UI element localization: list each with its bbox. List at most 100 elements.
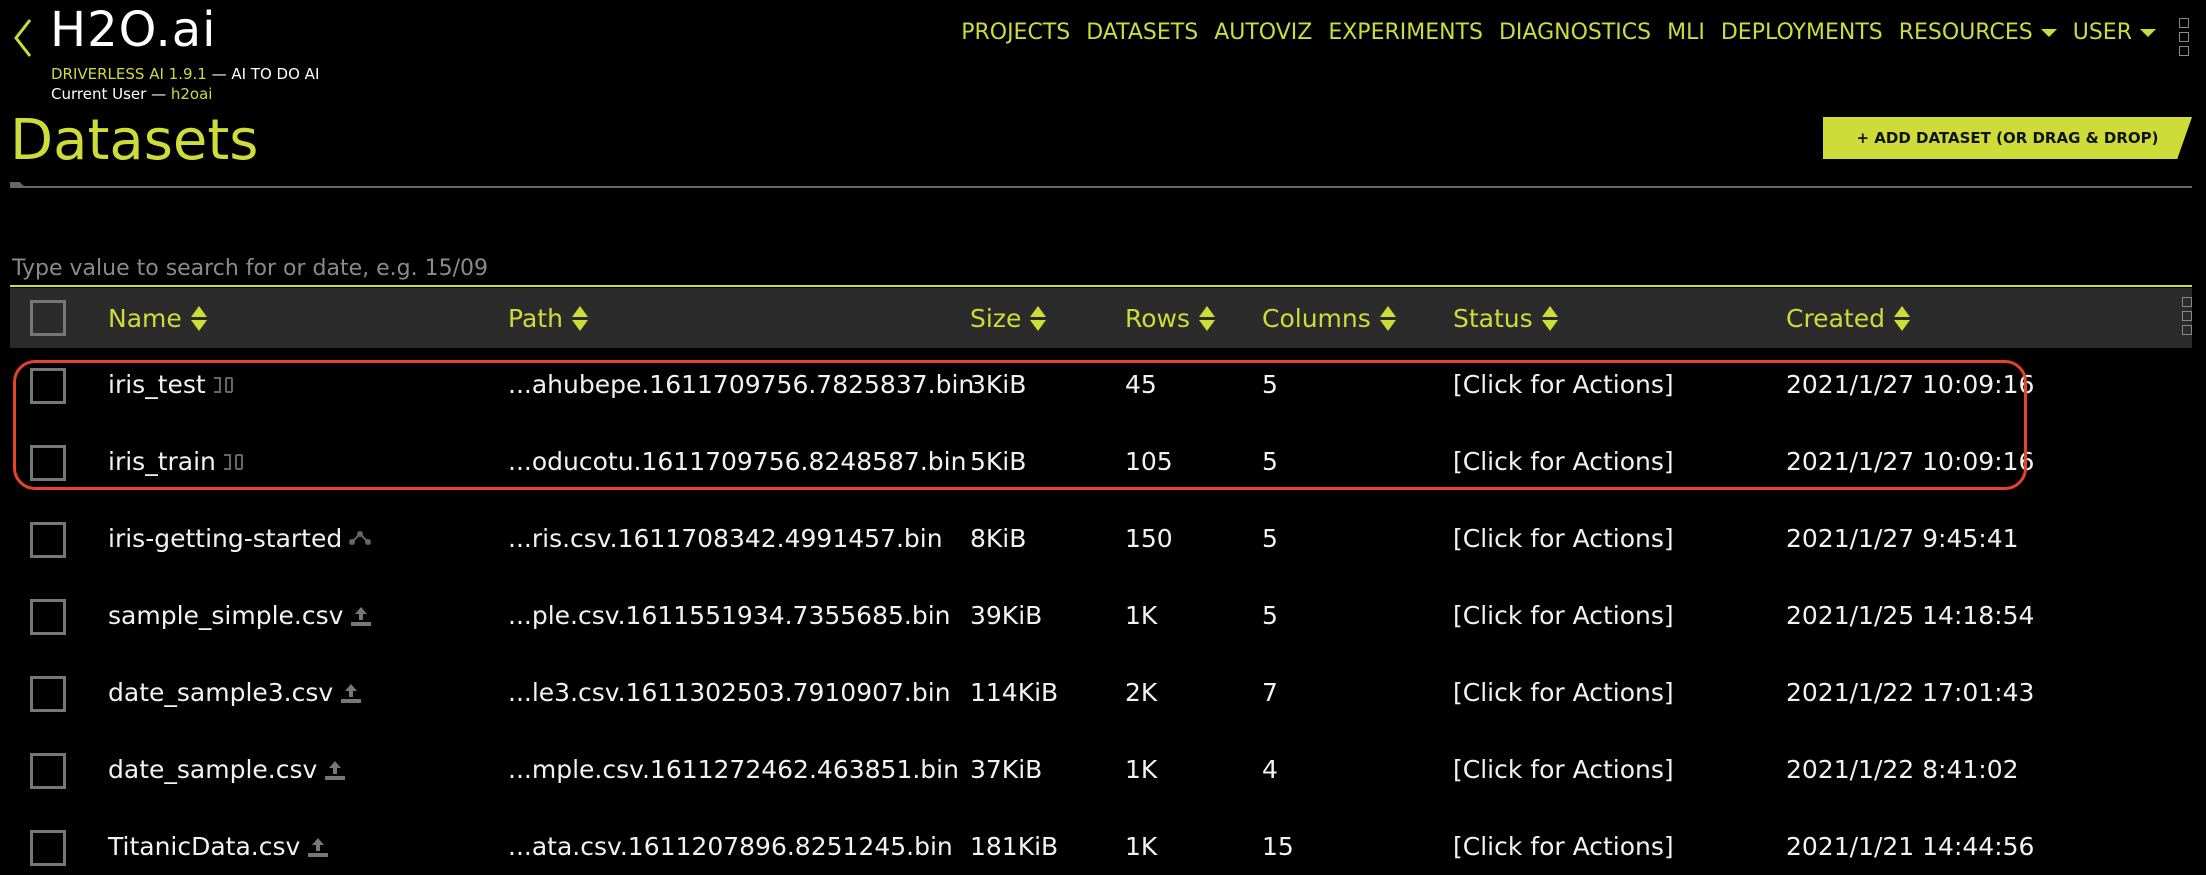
dataset-columns: 5 xyxy=(1262,370,1278,399)
dataset-actions-link[interactable]: [Click for Actions] xyxy=(1453,447,1674,476)
divider xyxy=(10,285,2192,287)
dataset-path: ...oducotu.1611709756.8248587.bin xyxy=(508,447,967,476)
split-icon xyxy=(213,376,233,393)
select-all-checkbox[interactable] xyxy=(30,300,66,336)
dataset-path: ...ata.csv.1611207896.8251245.bin xyxy=(508,832,953,861)
dataset-name[interactable]: sample_simple.csv xyxy=(108,601,375,630)
current-user: Current User — h2oai xyxy=(51,85,212,103)
table-row[interactable]: TitanicData.csv ...ata.csv.1611207896.82… xyxy=(10,810,2192,875)
dataset-path: ...ple.csv.1611551934.7355685.bin xyxy=(508,601,951,630)
menu-icon[interactable] xyxy=(2179,18,2189,56)
table-row[interactable]: date_sample.csv ...mple.csv.1611272462.4… xyxy=(10,733,2192,810)
dataset-rows: 1K xyxy=(1125,832,1158,861)
split-icon xyxy=(223,453,243,470)
chevron-down-icon xyxy=(2040,28,2057,37)
dataset-size: 39KiB xyxy=(970,601,1043,630)
sort-icon xyxy=(1199,306,1216,331)
dataset-name[interactable]: iris_test xyxy=(108,370,238,399)
dataset-columns: 15 xyxy=(1262,832,1294,861)
dataset-actions-link[interactable]: [Click for Actions] xyxy=(1453,601,1674,630)
column-header-size[interactable]: Size xyxy=(970,304,1047,333)
row-checkbox[interactable] xyxy=(30,445,66,481)
dataset-name-text: iris-getting-started xyxy=(108,524,343,553)
column-header-columns[interactable]: Columns xyxy=(1262,304,1396,333)
sort-icon xyxy=(571,306,588,331)
nav-user[interactable]: USER xyxy=(2073,20,2156,45)
table-row[interactable]: iris_test ...ahubepe.1611709756.7825837.… xyxy=(10,348,2192,425)
column-header-label: Path xyxy=(508,304,563,333)
dataset-rows: 1K xyxy=(1125,601,1158,630)
column-header-created[interactable]: Created xyxy=(1786,304,1910,333)
dataset-name[interactable]: date_sample3.csv xyxy=(108,678,365,707)
nav-autoviz[interactable]: AUTOVIZ xyxy=(1214,20,1312,45)
dataset-path: ...ahubepe.1611709756.7825837.bin xyxy=(508,370,975,399)
dataset-size: 3KiB xyxy=(970,370,1027,399)
product-tagline: — AI TO DO AI xyxy=(206,65,320,83)
table-row[interactable]: iris_train ...oducotu.1611709756.8248587… xyxy=(10,425,2192,502)
sort-icon xyxy=(1541,306,1558,331)
dataset-actions-link[interactable]: [Click for Actions] xyxy=(1453,524,1674,553)
add-dataset-button[interactable]: + ADD DATASET (OR DRAG & DROP) xyxy=(1823,117,2192,159)
nav-deployments[interactable]: DEPLOYMENTS xyxy=(1721,20,1883,45)
sort-icon xyxy=(1030,306,1047,331)
nav-diagnostics[interactable]: DIAGNOSTICS xyxy=(1499,20,1651,45)
table-row[interactable]: sample_simple.csv ...ple.csv.1611551934.… xyxy=(10,579,2192,656)
dataset-name[interactable]: iris-getting-started xyxy=(108,524,374,553)
column-menu-icon[interactable] xyxy=(2182,297,2192,335)
product-name: DRIVERLESS AI 1.9.1 xyxy=(51,65,207,83)
nav-datasets[interactable]: DATASETS xyxy=(1086,20,1198,45)
table-row[interactable]: date_sample3.csv ...le3.csv.1611302503.7… xyxy=(10,656,2192,733)
dataset-columns: 5 xyxy=(1262,601,1278,630)
nav-experiments[interactable]: EXPERIMENTS xyxy=(1328,20,1483,45)
column-header-label: Columns xyxy=(1262,304,1371,333)
network-icon xyxy=(349,530,372,545)
dataset-rows: 150 xyxy=(1125,524,1173,553)
table-header: Name Path Size Rows Columns Status Creat… xyxy=(10,288,2192,348)
top-navigation: PROJECTS DATASETS AUTOVIZ EXPERIMENTS DI… xyxy=(961,20,2156,45)
nav-mli[interactable]: MLI xyxy=(1667,20,1705,45)
dataset-actions-link[interactable]: [Click for Actions] xyxy=(1453,755,1674,784)
sort-icon xyxy=(1893,306,1910,331)
current-user-prefix: Current User — xyxy=(51,85,171,103)
dataset-name[interactable]: iris_train xyxy=(108,447,248,476)
column-header-label: Name xyxy=(108,304,182,333)
dataset-rows: 105 xyxy=(1125,447,1173,476)
nav-projects[interactable]: PROJECTS xyxy=(961,20,1070,45)
column-header-name[interactable]: Name xyxy=(108,304,207,333)
dataset-path: ...ris.csv.1611708342.4991457.bin xyxy=(508,524,943,553)
upload-icon xyxy=(325,760,346,780)
row-checkbox[interactable] xyxy=(30,676,66,712)
row-checkbox[interactable] xyxy=(30,368,66,404)
row-checkbox[interactable] xyxy=(30,522,66,558)
row-checkbox[interactable] xyxy=(30,599,66,635)
dataset-columns: 5 xyxy=(1262,524,1278,553)
dataset-name-text: iris_train xyxy=(108,447,216,476)
column-header-label: Rows xyxy=(1125,304,1191,333)
nav-resources-label: RESOURCES xyxy=(1898,20,2033,45)
upload-icon xyxy=(308,837,329,857)
table-row[interactable]: iris-getting-started ...ris.csv.16117083… xyxy=(10,502,2192,579)
dataset-rows: 2K xyxy=(1125,678,1158,707)
column-header-label: Status xyxy=(1453,304,1533,333)
dataset-created: 2021/1/22 8:41:02 xyxy=(1786,755,2019,784)
column-header-path[interactable]: Path xyxy=(508,304,588,333)
back-chevron-icon[interactable] xyxy=(10,16,38,60)
dataset-actions-link[interactable]: [Click for Actions] xyxy=(1453,370,1674,399)
current-user-name: h2oai xyxy=(170,85,213,103)
divider xyxy=(10,186,2192,188)
dataset-size: 114KiB xyxy=(970,678,1059,707)
sort-icon xyxy=(190,306,207,331)
dataset-columns: 4 xyxy=(1262,755,1278,784)
search-input[interactable] xyxy=(10,250,2196,286)
nav-resources[interactable]: RESOURCES xyxy=(1899,20,2057,45)
dataset-name[interactable]: TitanicData.csv xyxy=(108,832,332,861)
column-header-label: Size xyxy=(970,304,1022,333)
dataset-name[interactable]: date_sample.csv xyxy=(108,755,349,784)
row-checkbox[interactable] xyxy=(30,753,66,789)
dataset-actions-link[interactable]: [Click for Actions] xyxy=(1453,678,1674,707)
dataset-actions-link[interactable]: [Click for Actions] xyxy=(1453,832,1674,861)
page-title: Datasets xyxy=(10,108,259,173)
column-header-rows[interactable]: Rows xyxy=(1125,304,1216,333)
row-checkbox[interactable] xyxy=(30,830,66,866)
column-header-status[interactable]: Status xyxy=(1453,304,1558,333)
